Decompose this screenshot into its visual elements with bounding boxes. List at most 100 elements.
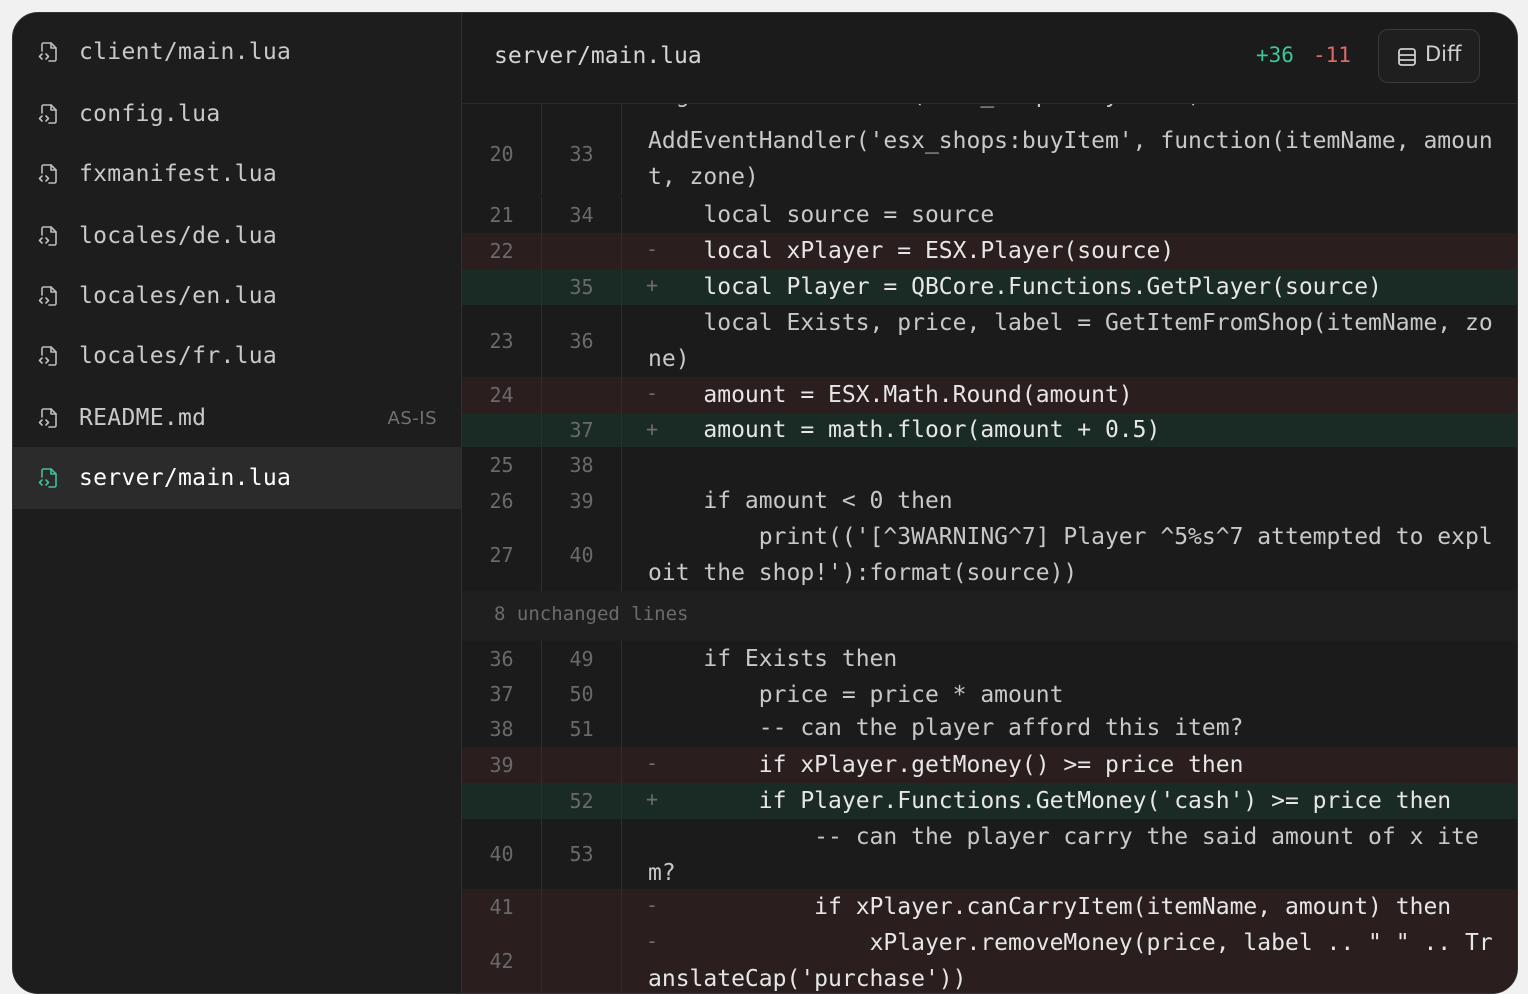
old-line-gutter: 26 xyxy=(462,483,542,519)
diff-view-icon xyxy=(1398,48,1416,66)
diff-view-button[interactable]: Diff xyxy=(1378,29,1480,83)
diff-code-view[interactable]: 1932 RegisterServerEvent('esx_shops:buyIt… xyxy=(462,103,1517,993)
code-line-text: -- can the player afford this item? xyxy=(648,715,1244,741)
old-line-number: 26 xyxy=(489,489,514,513)
file-name: locales/en.lua xyxy=(79,283,278,309)
new-line-gutter: 37 xyxy=(542,413,622,447)
new-line-number: 34 xyxy=(569,203,594,227)
code-line-text: local xPlayer = ESX.Player(source) xyxy=(648,238,1175,264)
file-list-sidebar: client/main.lua config.lua fxmanifest.lua l… xyxy=(13,13,462,993)
new-line-gutter xyxy=(542,233,622,269)
file-status-badge: AS-IS xyxy=(387,407,437,429)
new-line-gutter: 39 xyxy=(542,483,622,519)
file-item[interactable]: README.md AS-IS xyxy=(13,387,461,449)
file-item[interactable]: fxmanifest.lua xyxy=(13,143,461,205)
old-line-gutter xyxy=(462,783,542,819)
collapsed-lines-row[interactable]: 8 unchanged lines xyxy=(462,591,1517,641)
new-line-gutter: 34 xyxy=(542,197,622,233)
code-file-icon xyxy=(37,344,61,368)
code-file-icon xyxy=(37,284,61,308)
added-line: 37 + amount = math.floor(amount + 0.5) xyxy=(462,413,1517,447)
new-line-gutter: 36 xyxy=(542,305,622,377)
file-name: server/main.lua xyxy=(79,465,292,491)
file-item[interactable]: config.lua xyxy=(13,83,461,145)
file-item[interactable]: locales/en.lua xyxy=(13,265,461,327)
code-line-text: if Exists then xyxy=(648,646,898,672)
code-line-text: if Player.Functions.GetMoney('cash') >= … xyxy=(648,788,1452,814)
new-line-number: 36 xyxy=(569,329,594,353)
file-name: config.lua xyxy=(79,101,221,127)
new-line-gutter: 38 xyxy=(542,447,622,483)
code-file-icon xyxy=(37,162,61,186)
old-line-gutter: 22 xyxy=(462,233,542,269)
old-line-gutter: 41 xyxy=(462,889,542,925)
new-line-number: 40 xyxy=(569,543,594,567)
old-line-gutter: 23 xyxy=(462,305,542,377)
old-line-number: 24 xyxy=(489,383,514,407)
old-line-number: 20 xyxy=(489,142,514,166)
removed-line: 42- xPlayer.removeMoney(price, label .. … xyxy=(462,925,1517,993)
context-line: 20 33 AddEventHandler('esx_shops:buyItem',… xyxy=(462,113,1517,195)
context-line: 40 53 -- can the player carry the said am… xyxy=(462,819,1517,889)
new-line-number: 49 xyxy=(569,647,594,671)
removed-line: 41- if xPlayer.canCarryItem(itemName, am… xyxy=(462,889,1517,925)
file-item[interactable]: server/main.lua xyxy=(13,447,461,509)
old-line-number: 27 xyxy=(489,543,514,567)
old-line-number: 25 xyxy=(489,453,514,477)
file-name: locales/fr.lua xyxy=(79,343,278,369)
old-line-gutter: 40 xyxy=(462,819,542,889)
code-line-text: -- can the player carry the said amount … xyxy=(648,824,1479,886)
context-line: 27 40 print(('[^3WARNING^7] Player ^5%s^7… xyxy=(462,519,1517,591)
file-item[interactable]: locales/fr.lua xyxy=(13,325,461,387)
new-line-number: 51 xyxy=(569,717,594,741)
old-line-number: 21 xyxy=(489,203,514,227)
old-line-gutter: 24 xyxy=(462,377,542,413)
code-file-icon xyxy=(37,102,61,126)
file-name: client/main.lua xyxy=(79,39,292,65)
code-line-text: RegisterServerEvent('esx_shops:buyItem') xyxy=(648,103,1506,113)
code-line-text: amount = math.floor(amount + 0.5) xyxy=(648,417,1161,443)
file-name: fxmanifest.lua xyxy=(79,161,278,187)
code-line-text: local Exists, price, label = GetItemFrom… xyxy=(648,310,1493,372)
new-line-number: 53 xyxy=(569,842,594,866)
new-line-gutter: 52 xyxy=(542,783,622,819)
code-line-text: price = price * amount xyxy=(648,682,1064,708)
old-line-number: 36 xyxy=(489,647,514,671)
new-line-gutter: 35 xyxy=(542,269,622,305)
context-line: 26 39 if amount < 0 then xyxy=(462,483,1517,519)
additions-count: +36 xyxy=(1256,43,1294,67)
code-line-text: if xPlayer.getMoney() >= price then xyxy=(648,752,1244,778)
context-line: 37 50 price = price * amount xyxy=(462,677,1517,711)
old-line-gutter: 42 xyxy=(462,925,542,993)
old-line-gutter xyxy=(462,413,542,447)
code-line-text: xPlayer.removeMoney(price, label .. " " … xyxy=(648,930,1493,992)
code-line-text: local source = source xyxy=(648,202,995,228)
file-name: locales/de.lua xyxy=(79,223,278,249)
file-item[interactable]: client/main.lua xyxy=(13,21,461,83)
new-line-number: 37 xyxy=(569,418,594,442)
old-line-number: 37 xyxy=(489,682,514,706)
new-line-number: 35 xyxy=(569,275,594,299)
file-item[interactable]: locales/de.lua xyxy=(13,205,461,267)
file-name: README.md xyxy=(79,405,207,431)
new-line-gutter xyxy=(542,889,622,925)
old-line-gutter: 20 xyxy=(462,113,542,195)
removed-line: 24- amount = ESX.Math.Round(amount) xyxy=(462,377,1517,413)
new-line-gutter: 51 xyxy=(542,711,622,747)
code-file-icon xyxy=(37,406,61,430)
new-line-number: 39 xyxy=(569,489,594,513)
context-line: 1932 RegisterServerEvent('esx_shops:buyIt… xyxy=(462,103,1517,113)
old-line-gutter: 38 xyxy=(462,711,542,747)
code-line-text: if amount < 0 then xyxy=(648,488,953,514)
diff-header: server/main.lua +36 -11 Diff xyxy=(462,13,1517,104)
old-line-number: 38 xyxy=(489,717,514,741)
new-line-number: 38 xyxy=(569,453,594,477)
old-line-number: 42 xyxy=(489,949,514,973)
code-file-icon xyxy=(37,224,61,248)
old-line-gutter: 25 xyxy=(462,447,542,483)
code-line-text: local Player = QBCore.Functions.GetPlaye… xyxy=(648,274,1382,300)
old-line-gutter: 39 xyxy=(462,747,542,783)
code-line-text: print(('[^3WARNING^7] Player ^5%s^7 atte… xyxy=(648,524,1493,586)
new-line-gutter xyxy=(542,747,622,783)
context-line: 25 38 xyxy=(462,447,1517,483)
